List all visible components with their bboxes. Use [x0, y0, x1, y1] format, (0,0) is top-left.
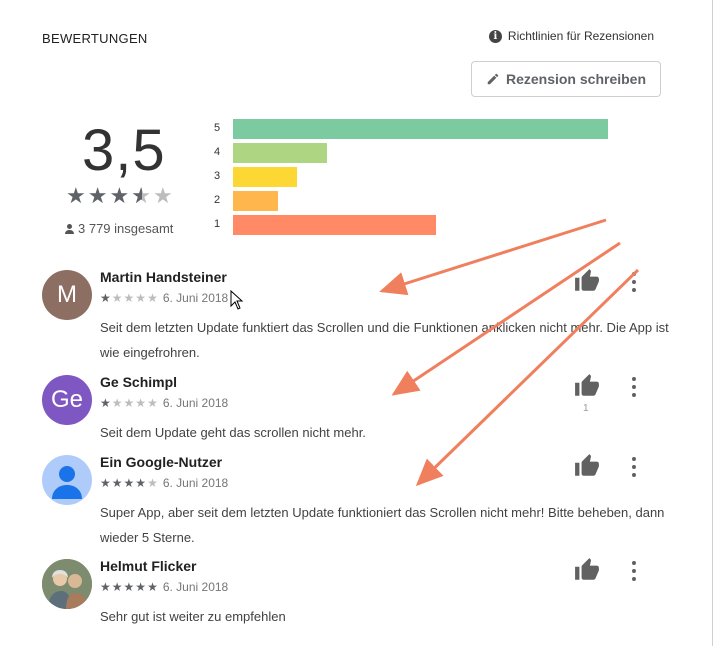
review-stars: ★★★★★ 6. Juni 2018 [100, 476, 229, 490]
histogram-bar [233, 215, 436, 235]
histogram-label: 1 [214, 218, 221, 230]
review-date: 6. Juni 2018 [162, 396, 229, 410]
review-text: Seit dem Update geht das scrollen nicht … [100, 425, 366, 440]
review-date: 6. Juni 2018 [162, 476, 229, 490]
more-options-icon[interactable] [630, 377, 638, 397]
histogram-bar [233, 143, 327, 163]
rating-histogram: 5 4 3 2 1 [214, 118, 614, 238]
histogram-bar [233, 191, 278, 211]
histogram-row-4: 4 [214, 142, 614, 166]
average-stars: ★★★★ ★ [66, 183, 175, 209]
thumbs-up-icon[interactable] [574, 373, 600, 399]
avatar: M [42, 270, 92, 320]
thumbs-up-icon[interactable] [574, 453, 600, 479]
reviewer-name: Ge Schimpl [100, 374, 178, 390]
star-icon: ★ [109, 183, 132, 208]
review-text: Super App, aber seit dem letzten Update … [100, 505, 665, 545]
total-ratings-text: 3 779 insgesamt [78, 221, 174, 236]
half-star-icon: ★ [131, 183, 153, 209]
review-date: 6. Juni 2018 [162, 580, 229, 594]
histogram-row-5: 5 [214, 118, 614, 142]
histogram-row-1: 1 [214, 214, 614, 238]
person-icon [64, 223, 74, 234]
pencil-icon [487, 73, 499, 85]
histogram-row-2: 2 [214, 190, 614, 214]
mouse-cursor-icon [230, 290, 244, 310]
review-stars: ★★★★★ 6. Juni 2018 [100, 396, 229, 410]
write-review-button[interactable]: Rezension schreiben [471, 61, 661, 97]
thumbs-up-icon[interactable] [574, 557, 600, 583]
histogram-bar [233, 167, 297, 187]
star-empty-icon: ★ [152, 183, 175, 208]
reviewer-name: Helmut Flicker [100, 558, 197, 574]
avatar: Ge [42, 375, 92, 425]
star-icon: ★ [87, 183, 110, 208]
more-options-icon[interactable] [630, 272, 638, 292]
star-icon: ★ [66, 183, 88, 208]
annotation-arrow [415, 268, 640, 487]
default-avatar-icon [42, 455, 92, 505]
review-date: 6. Juni 2018 [162, 291, 229, 305]
reviewer-name: Ein Google-Nutzer [100, 454, 223, 470]
total-ratings: 3 779 insgesamt [64, 221, 173, 236]
more-options-icon[interactable] [630, 457, 638, 477]
histogram-label: 5 [214, 122, 221, 134]
review-stars: ★★★★★ 6. Juni 2018 [100, 580, 229, 594]
like-count: 1 [583, 403, 589, 414]
reviews-card: BEWERTUNGEN i Richtlinien für Rezensione… [0, 0, 713, 646]
histogram-bar [233, 119, 608, 139]
histogram-label: 4 [214, 146, 221, 158]
review-text: Seit dem letzten Update funktiert das Sc… [100, 320, 669, 360]
info-icon: i [488, 29, 502, 43]
histogram-label: 2 [214, 194, 221, 206]
histogram-row-3: 3 [214, 166, 614, 190]
review-stars: ★★★★★ 6. Juni 2018 [100, 291, 229, 305]
write-review-label: Rezension schreiben [505, 71, 647, 87]
photo-avatar-icon [42, 559, 92, 609]
thumbs-up-icon[interactable] [574, 268, 600, 294]
review-policy-label: Richtlinien für Rezensionen [507, 29, 654, 43]
average-rating: 3,5 [82, 118, 166, 183]
reviewer-name: Martin Handsteiner [100, 269, 227, 285]
review-policy-link[interactable]: i Richtlinien für Rezensionen [488, 29, 654, 43]
review-text: Sehr gut ist weiter zu empfehlen [100, 609, 286, 624]
more-options-icon[interactable] [630, 561, 638, 581]
section-title: BEWERTUNGEN [42, 31, 148, 46]
histogram-label: 3 [214, 170, 221, 182]
